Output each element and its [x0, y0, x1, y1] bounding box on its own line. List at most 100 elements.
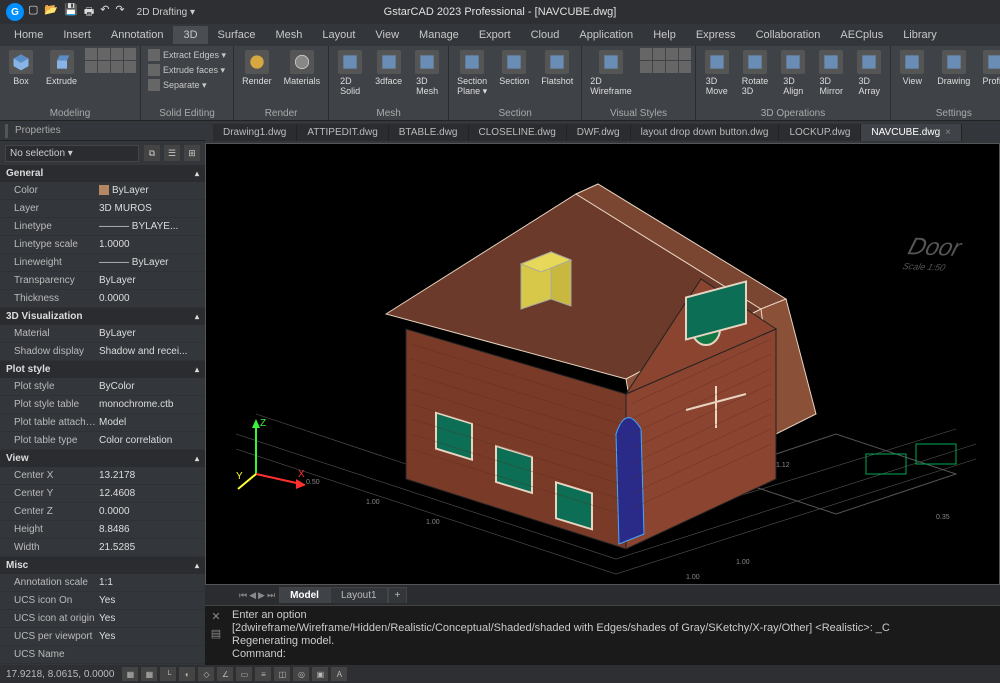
tab-next-icon[interactable]: ▶	[258, 590, 265, 601]
tab-express[interactable]: Express	[686, 26, 746, 44]
tab-library[interactable]: Library	[893, 26, 947, 44]
tab-cloud[interactable]: Cloud	[521, 26, 570, 44]
property-row[interactable]: UCS per viewportYes	[0, 628, 205, 646]
palette-swatch[interactable]	[679, 48, 691, 60]
tab-annotation[interactable]: Annotation	[101, 26, 174, 44]
property-row[interactable]: Plot style tablemonochrome.ctb	[0, 396, 205, 414]
render-button[interactable]: Render	[238, 48, 276, 88]
tab-layout[interactable]: Layout	[312, 26, 365, 44]
property-row[interactable]: Plot table typeColor correlation	[0, 432, 205, 450]
property-row[interactable]: UCS Name	[0, 646, 205, 664]
palette-swatch[interactable]	[98, 61, 110, 73]
cmd-history-icon[interactable]: ✕	[211, 610, 220, 623]
palette-swatch[interactable]	[640, 48, 652, 60]
3dalign-button[interactable]: 3DAlign	[776, 48, 810, 98]
properties-header[interactable]: Properties	[0, 121, 205, 141]
tab-3d[interactable]: 3D	[173, 26, 207, 44]
layout-tab[interactable]: Model	[279, 587, 330, 603]
otrack-toggle[interactable]: ∠	[217, 667, 233, 681]
tab-collaboration[interactable]: Collaboration	[746, 26, 831, 44]
doc-tab[interactable]: BTABLE.dwg	[389, 124, 469, 141]
property-row[interactable]: MaterialByLayer	[0, 325, 205, 343]
palette-swatch[interactable]	[111, 48, 123, 60]
property-group-header[interactable]: General▴	[0, 165, 205, 182]
grid-toggle[interactable]: ▦	[141, 667, 157, 681]
palette-swatch[interactable]	[640, 61, 652, 73]
selection-icon[interactable]: ☰	[164, 145, 180, 161]
cycling-toggle[interactable]: ◎	[293, 667, 309, 681]
doc-tab[interactable]: NAVCUBE.dwg×	[861, 124, 962, 141]
property-row[interactable]: UCS icon at originYes	[0, 610, 205, 628]
quickselect-icon[interactable]: ⧉	[144, 145, 160, 161]
3dmirror-button[interactable]: 3DMirror	[814, 48, 848, 98]
osnap-toggle[interactable]: ◇	[198, 667, 214, 681]
app-logo[interactable]: G	[6, 3, 24, 21]
tab-view[interactable]: View	[365, 26, 409, 44]
property-row[interactable]: Lineweight——— ByLayer	[0, 254, 205, 272]
property-group-header[interactable]: View▴	[0, 450, 205, 467]
view-button[interactable]: View	[895, 48, 929, 88]
close-icon[interactable]: ×	[945, 127, 951, 138]
palette-swatch[interactable]	[124, 48, 136, 60]
cmd-expand-icon[interactable]: ▤	[211, 627, 221, 640]
workspace-selector[interactable]: 2D Drafting ▾	[137, 7, 195, 18]
tab-insert[interactable]: Insert	[53, 26, 101, 44]
3dmove-button[interactable]: 3DMove	[700, 48, 734, 98]
3dface-button[interactable]: 3dface	[371, 48, 406, 88]
2dwire-button[interactable]: 2DWireframe	[586, 48, 636, 98]
property-row[interactable]: Plot styleByColor	[0, 378, 205, 396]
property-row[interactable]: Annotation scale1:1	[0, 574, 205, 592]
tab-last-icon[interactable]: ⏭	[267, 590, 275, 601]
property-row[interactable]: Center Y12.4608	[0, 485, 205, 503]
undo-icon[interactable]: ↶	[100, 3, 109, 22]
property-group-header[interactable]: 3D Visualization▴	[0, 308, 205, 325]
box-button[interactable]: Box	[4, 48, 38, 88]
ribbon-item[interactable]: Extract Edges ▾	[145, 48, 229, 62]
palette-swatch[interactable]	[679, 61, 691, 73]
snap-toggle[interactable]: ▦	[122, 667, 138, 681]
property-row[interactable]: TransparencyByLayer	[0, 272, 205, 290]
tab-export[interactable]: Export	[469, 26, 521, 44]
3darray-button[interactable]: 3DArray	[852, 48, 886, 98]
palette-swatch[interactable]	[666, 61, 678, 73]
plot-icon[interactable]: 🖶	[84, 3, 94, 22]
transparency-toggle[interactable]: ◫	[274, 667, 290, 681]
property-group-header[interactable]: Plot style▴	[0, 361, 205, 378]
model-toggle[interactable]: ▣	[312, 667, 328, 681]
property-row[interactable]: Center X13.2178	[0, 467, 205, 485]
property-row[interactable]: Center Z0.0000	[0, 503, 205, 521]
rotate3d-button[interactable]: Rotate3D	[738, 48, 773, 98]
ribbon-item[interactable]: Separate ▾	[145, 78, 229, 92]
tab-prev-icon[interactable]: ◀	[249, 590, 256, 601]
property-row[interactable]: ColorByLayer	[0, 182, 205, 200]
polar-toggle[interactable]: ◐	[179, 667, 195, 681]
drawing-button[interactable]: Drawing	[933, 48, 974, 88]
materials-button[interactable]: Materials	[280, 48, 325, 88]
tab-home[interactable]: Home	[4, 26, 53, 44]
tab-first-icon[interactable]: ⏮	[239, 590, 247, 601]
secplane-button[interactable]: SectionPlane ▾	[453, 48, 491, 99]
tab-surface[interactable]: Surface	[208, 26, 266, 44]
profile-button[interactable]: Profile	[978, 48, 1000, 88]
save-icon[interactable]: 💾	[64, 3, 78, 22]
doc-tab[interactable]: layout drop down button.dwg	[631, 124, 780, 141]
open-icon[interactable]: 📂	[44, 3, 58, 22]
new-icon[interactable]: ▢	[28, 3, 38, 22]
palette-swatch[interactable]	[653, 61, 665, 73]
extrude-button[interactable]: Extrude	[42, 48, 81, 88]
annoscale-toggle[interactable]: A	[331, 667, 347, 681]
palette-swatch[interactable]	[653, 48, 665, 60]
3dmesh-button[interactable]: 3DMesh	[410, 48, 444, 98]
property-row[interactable]: Plot table attache...Model	[0, 414, 205, 432]
command-line[interactable]: ✕ ▤ Enter an option [2dwireframe/Wirefra…	[205, 605, 1000, 665]
add-layout-tab[interactable]: +	[388, 587, 408, 603]
property-row[interactable]: Linetype scale1.0000	[0, 236, 205, 254]
dyn-toggle[interactable]: ▭	[236, 667, 252, 681]
tab-manage[interactable]: Manage	[409, 26, 469, 44]
property-row[interactable]: Shadow displayShadow and recei...	[0, 343, 205, 361]
tab-aecplus[interactable]: AECplus	[830, 26, 893, 44]
property-row[interactable]: Layer3D MUROS	[0, 200, 205, 218]
palette-swatch[interactable]	[111, 61, 123, 73]
palette-swatch[interactable]	[85, 61, 97, 73]
property-row[interactable]: Width21.5285	[0, 539, 205, 557]
